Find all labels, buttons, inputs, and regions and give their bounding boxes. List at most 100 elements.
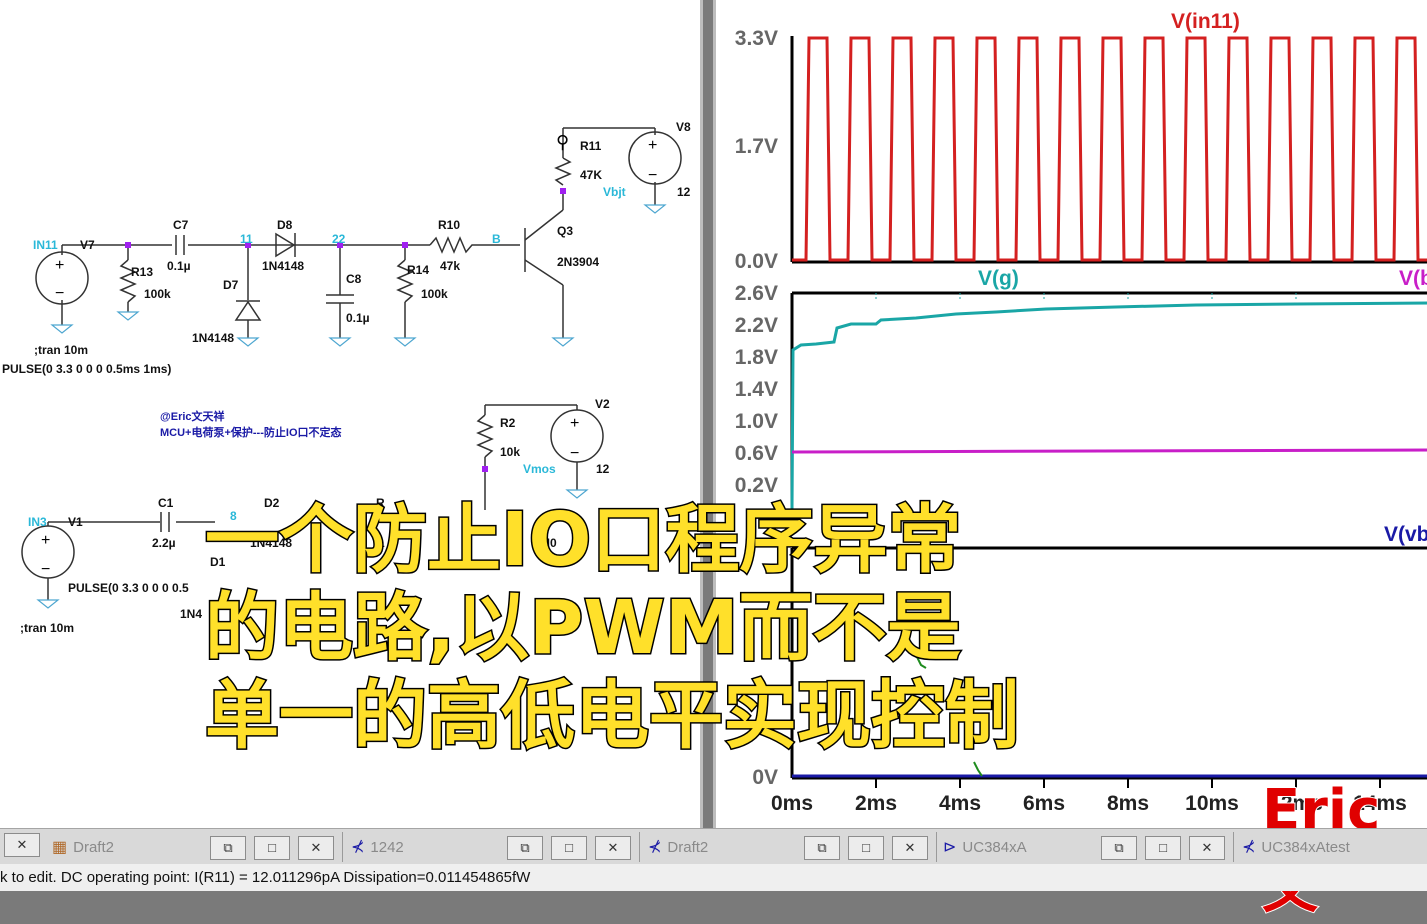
close-window-button[interactable]: ✕ (595, 836, 631, 860)
window-tab-label: UC384xA (962, 838, 1027, 856)
pane2-ytick-0v2: 0.2V (735, 474, 778, 497)
transistor-icon: ⊀ (648, 839, 662, 856)
window-tab-draft2[interactable]: ▦ Draft2 ⧉ □ ✕ (46, 832, 343, 862)
pane2-ytick-2v6: 2.6V (735, 282, 778, 305)
value-r10: 47k (440, 259, 460, 273)
pane2-ytick-1v8: 1.8V (735, 346, 778, 369)
svg-text:+: + (55, 257, 64, 274)
label-v2: V2 (595, 397, 610, 411)
label-d7: D7 (223, 278, 239, 292)
label-v8: V8 (676, 120, 691, 134)
value-v2: 12 (596, 462, 610, 476)
xtick-2ms: 2ms (855, 792, 897, 815)
xtick-8ms: 8ms (1107, 792, 1149, 815)
window-tab-label: 1242 (370, 838, 404, 856)
xtick-0ms: 0ms (771, 792, 813, 815)
spice-directive-tran: ;tran 10m (34, 343, 88, 357)
trace-v-g[interactable] (790, 301, 1427, 511)
author-comment: @Eric文天祥 (160, 409, 225, 423)
maximize-window-button[interactable]: □ (551, 836, 587, 860)
trace-v-b[interactable] (791, 448, 1427, 454)
legend-v-g[interactable]: V(g) (978, 267, 1019, 290)
pane1-ytick-3v3: 3.3V (735, 27, 778, 50)
close-window-button[interactable]: ✕ (892, 836, 928, 860)
close-window-button[interactable]: ✕ (1189, 836, 1225, 860)
value-c7: 0.1µ (167, 259, 191, 273)
value-r13: 100k (144, 287, 171, 301)
svg-text:+: + (648, 137, 657, 154)
label-r14: R14 (407, 263, 429, 277)
window-tab-uc384xa[interactable]: ⊳ UC384xA ⧉ □ ✕ (937, 832, 1234, 862)
pane3-ytick-0v: 0V (752, 766, 778, 789)
source-pulse-spec: PULSE(0 3.3 0 0 0 0.5ms 1ms) (2, 362, 171, 376)
label-c7: C7 (173, 218, 189, 232)
window-tab-label: UC384xAtest (1261, 838, 1350, 856)
label-c1: C1 (158, 496, 174, 510)
svg-text:−: − (55, 285, 64, 302)
trace-green-fragment-2 (973, 761, 983, 777)
value-d8: 1N4148 (262, 259, 304, 273)
xtick-4ms: 4ms (939, 792, 981, 815)
window-tab-label: Draft2 (667, 838, 709, 856)
net-label-in11: IN11 (33, 238, 58, 252)
pane2-ytick-1v4: 1.4V (735, 378, 778, 401)
pane1-ytick-1v7: 1.7V (735, 135, 778, 158)
value-d1: 1N4 (180, 607, 202, 621)
close-window-button[interactable]: ✕ (298, 836, 334, 860)
restore-window-button[interactable]: ⧉ (804, 836, 840, 860)
label-r10: R10 (438, 218, 460, 232)
maximize-window-button[interactable]: □ (848, 836, 884, 860)
close-window-button[interactable]: ✕ (4, 833, 40, 857)
pane1-ytick-0v: 0.0V (735, 250, 778, 273)
net-label-22: 22 (332, 232, 346, 246)
maximize-window-button[interactable]: □ (1145, 836, 1181, 860)
pane2-ytick-2v2: 2.2V (735, 314, 778, 337)
value-q3: 2N3904 (557, 255, 599, 269)
window-tab-bar: ✕ ▦ Draft2 ⧉ □ ✕ ⊀ 1242 ⧉ □ ✕ ⊀ Draft2 ⧉… (0, 828, 1427, 865)
legend-v-b[interactable]: V(b (1399, 267, 1427, 290)
window-tab-draft2-b[interactable]: ⊀ Draft2 ⧉ □ ✕ (640, 832, 937, 862)
caption-line-3: 单一的高低电平实现控制 (204, 673, 1021, 760)
maximize-window-button[interactable]: □ (254, 836, 290, 860)
svg-text:+: + (41, 532, 50, 549)
label-r13: R13 (131, 265, 153, 279)
label-q3: Q3 (557, 224, 573, 238)
window-tab-1242[interactable]: ⊀ 1242 ⧉ □ ✕ (343, 832, 640, 862)
schematic-icon: ▦ (52, 839, 68, 856)
pane2-ytick-1v0: 1.0V (735, 410, 778, 433)
legend-v-vb[interactable]: V(vb (1384, 523, 1427, 546)
pane2-ytick-0v6: 0.6V (735, 442, 778, 465)
value-v8: 12 (677, 185, 691, 199)
spice-directive-tran-2: ;tran 10m (20, 621, 74, 635)
net-label-vmos: Vmos (523, 462, 556, 476)
xtick-10ms: 10ms (1185, 792, 1239, 815)
label-v7: V7 (80, 238, 95, 252)
value-r2: 10k (500, 445, 520, 459)
status-bar: k to edit. DC operating point: I(R11) = … (0, 864, 1427, 891)
value-r11: 47K (580, 168, 602, 182)
window-tab-uc384xatest[interactable]: ⊀ UC384xAtest (1234, 832, 1427, 862)
symbol-icon: ⊳ (943, 839, 957, 856)
svg-text:−: − (570, 445, 579, 462)
svg-text:+: + (570, 415, 579, 432)
restore-window-button[interactable]: ⧉ (507, 836, 543, 860)
label-r11: R11 (580, 139, 602, 153)
transistor-icon: ⊀ (351, 839, 365, 856)
value-c8: 0.1µ (346, 311, 370, 325)
probe-cursor-icon: ⚲ (556, 132, 569, 152)
trace-v-in11[interactable] (792, 36, 1427, 262)
net-label-in3: IN3 (28, 515, 47, 529)
circuit-note: MCU+电荷泵+保护---防止IO口不定态 (160, 425, 342, 439)
net-label-vbjt: Vbjt (603, 185, 626, 199)
source-pulse-spec-2: PULSE(0 3.3 0 0 0 0.5 (68, 581, 189, 595)
label-c8: C8 (346, 272, 362, 286)
restore-window-button[interactable]: ⧉ (210, 836, 246, 860)
window-tab-label: Draft2 (73, 838, 114, 856)
net-label-b: B (492, 232, 501, 246)
legend-v-in11[interactable]: V(in11) (1171, 10, 1240, 33)
caption-line-1: 一个防止IO口程序异常 (204, 497, 963, 584)
value-c1: 2.2µ (152, 536, 176, 550)
label-r2: R2 (500, 416, 516, 430)
caption-line-2: 的电路,以PWM而不是 (204, 585, 963, 672)
restore-window-button[interactable]: ⧉ (1101, 836, 1137, 860)
